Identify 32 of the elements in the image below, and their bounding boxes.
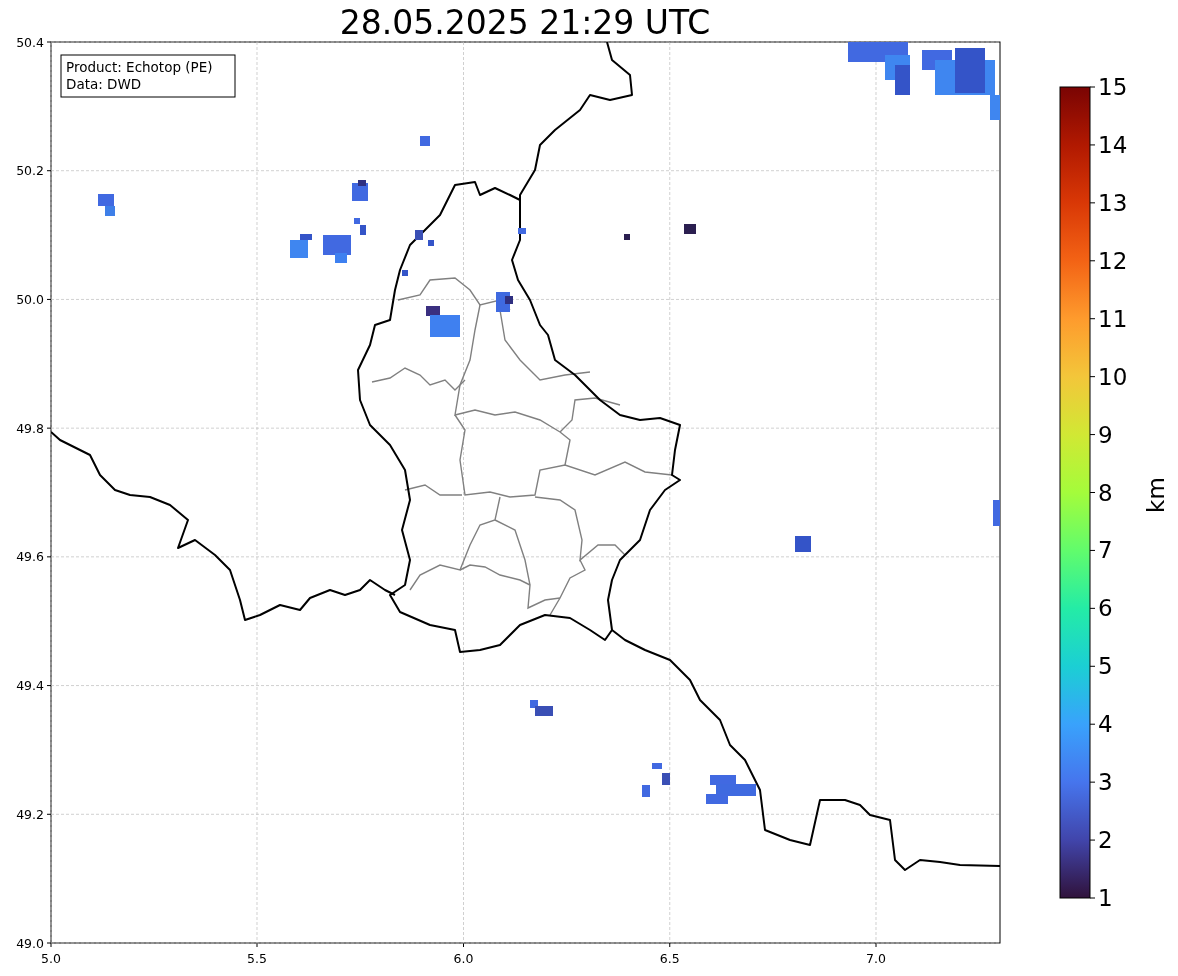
y-axis-tick-label: 49.4 [16,678,44,694]
y-axis-tick-label: 49.2 [16,806,44,822]
x-axis-tick-label: 5.5 [247,951,267,966]
y-axis-tick-label: 49.8 [16,420,44,436]
colorbar-tick-label: 9 [1098,421,1113,448]
colorbar-tick-label: 15 [1098,74,1128,100]
y-axis-tick-label: 49.6 [16,549,44,565]
x-axis-tick-label: 5.0 [41,951,61,966]
colorbar-tick-label: 2 [1098,827,1113,854]
y-axis-tick-label: 50.2 [16,163,44,179]
colorbar-tick-label: 5 [1098,653,1113,680]
colorbar-tick-label: 8 [1098,479,1113,506]
colorbar-tick-label: 1 [1098,885,1113,911]
colorbar-label: km [1143,477,1169,513]
y-axis-tick-label: 50.0 [16,291,44,307]
colorbar-tick-label: 7 [1098,537,1113,564]
y-axis-tick-label: 49.0 [16,935,44,951]
chart-title: 28.05.2025 21:29 UTC [339,3,711,42]
colorbar-tick-label: 4 [1098,711,1113,738]
info-box-text: Product: Echotop (PE) [66,59,213,75]
colorbar-tick-label: 14 [1098,131,1128,158]
y-axis-tick-label: 50.4 [16,34,44,50]
colorbar-tick-label: 12 [1098,247,1128,274]
colorbar-tick-label: 10 [1098,363,1128,390]
colorbar-tick-label: 11 [1098,305,1128,332]
x-axis-tick-label: 7.0 [866,951,886,966]
colorbar-tick-label: 6 [1098,595,1113,622]
x-axis-tick-label: 6.5 [659,951,680,966]
x-axis-tick-label: 6.0 [453,951,474,966]
info-box-text: Data: DWD [66,76,142,92]
colorbar-tick-label: 3 [1098,769,1113,796]
colorbar-tick-label: 13 [1098,189,1128,216]
